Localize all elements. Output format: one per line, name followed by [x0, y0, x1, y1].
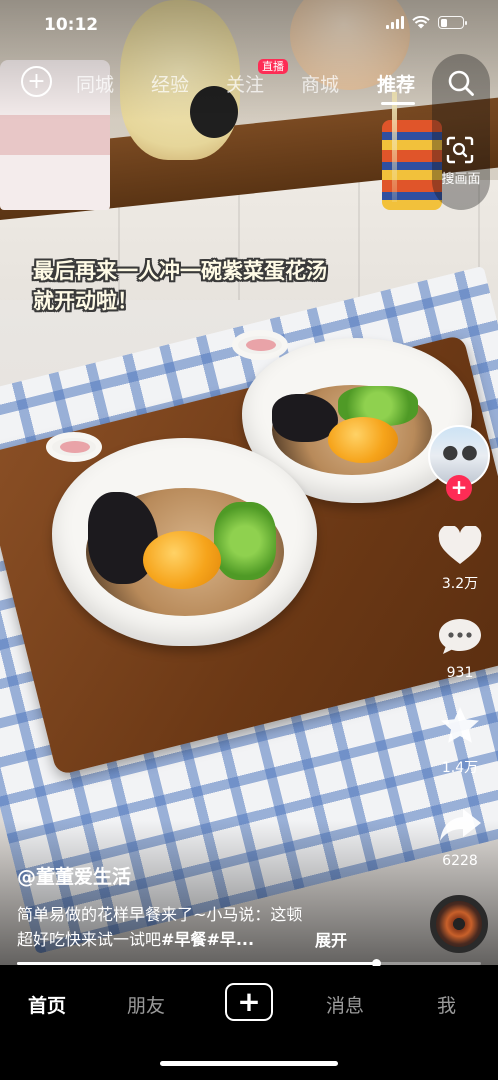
scan-icon[interactable] — [446, 136, 474, 164]
caption-line-2: 就开动啦！ — [33, 289, 138, 313]
share-icon[interactable] — [437, 805, 483, 845]
like-count: 3.2万 — [441, 576, 479, 592]
tab-friends[interactable]: 朋友 — [127, 991, 165, 1018]
video-player[interactable] — [0, 0, 498, 965]
tab-messages[interactable]: 消息 — [326, 991, 364, 1018]
signal-icon — [386, 16, 404, 29]
expand-button[interactable]: 展开 — [315, 927, 347, 951]
scallion-front — [214, 502, 276, 580]
bowl-ear — [232, 330, 288, 360]
tab-home[interactable]: 首页 — [28, 991, 66, 1018]
yolk-back — [328, 417, 398, 463]
comment-icon[interactable] — [437, 616, 483, 656]
video-progress-fill — [17, 962, 377, 965]
favorite-count: 1.4万 — [441, 760, 479, 776]
desc-line-2: 超好吃快来试一试吧#早餐#早... — [17, 927, 417, 952]
yolk-front — [143, 531, 221, 589]
desc-line-2-text: 超好吃快来试一试吧 — [17, 930, 162, 949]
heart-icon[interactable] — [437, 526, 483, 566]
live-badge: 直播 — [258, 59, 288, 74]
search-icon[interactable] — [447, 69, 475, 97]
tab-guanzhu[interactable]: 关注 — [226, 70, 264, 97]
add-circle-icon[interactable]: + — [21, 66, 52, 97]
caption-line-1: 最后再来一人冲一碗紫菜蛋花汤 — [33, 259, 327, 283]
star-icon[interactable] — [437, 706, 483, 746]
wifi-icon — [412, 16, 430, 29]
follow-button[interactable]: + — [446, 475, 472, 501]
desc-line-1: 简单易做的花样早餐来了~小马说：这顿 — [17, 905, 303, 924]
tab-jingyan[interactable]: 经验 — [151, 70, 189, 97]
share-count: 6228 — [442, 853, 478, 869]
active-tab-indicator — [381, 102, 415, 105]
scan-label[interactable]: 搜画面 — [436, 168, 486, 187]
tab-tongcheng[interactable]: 同城 — [76, 70, 114, 97]
hashtag-truncated[interactable]: #早... — [206, 930, 254, 949]
status-time: 10:12 — [44, 15, 99, 35]
hashtag-breakfast[interactable]: #早餐 — [161, 930, 206, 949]
tab-shangcheng[interactable]: 商城 — [301, 70, 339, 97]
video-progress-bar[interactable] — [17, 962, 481, 965]
bowl-ear — [46, 432, 102, 462]
plus-icon: + — [237, 985, 261, 1018]
author-name[interactable]: @董董爱生活 — [17, 862, 131, 889]
create-post-button[interactable]: + — [225, 983, 273, 1021]
tab-me[interactable]: 我 — [437, 991, 456, 1018]
tab-tuijian[interactable]: 推荐 — [377, 70, 415, 97]
status-icons — [386, 16, 467, 29]
video-caption: 最后再来一人冲一碗紫菜蛋花汤 就开动啦！ — [33, 256, 327, 316]
post-description[interactable]: 简单易做的花样早餐来了~小马说：这顿 超好吃快来试一试吧#早餐#早... — [17, 902, 417, 952]
comment-count: 931 — [446, 665, 474, 681]
home-indicator — [160, 1061, 338, 1066]
battery-icon — [438, 16, 467, 29]
music-disc-icon[interactable] — [430, 895, 488, 953]
